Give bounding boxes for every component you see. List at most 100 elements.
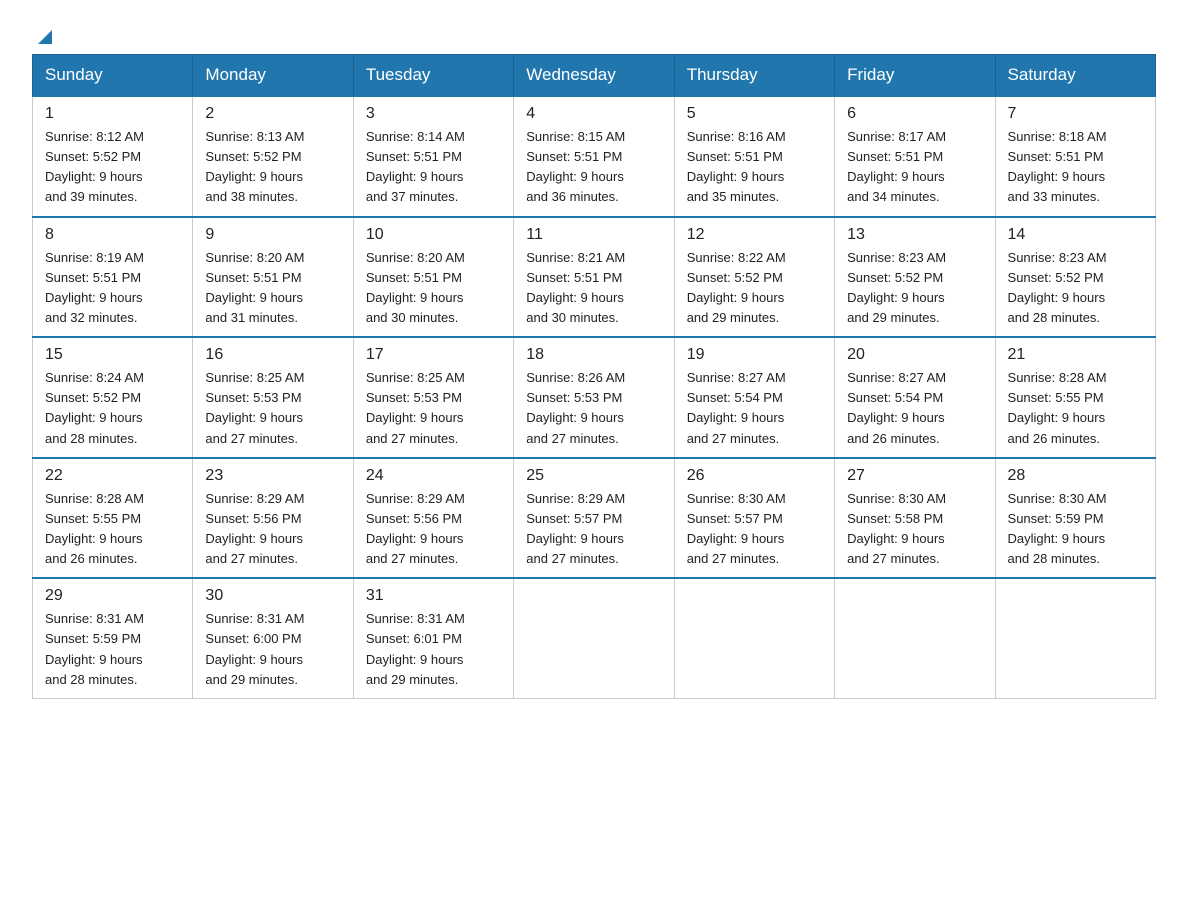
calendar-cell: 13 Sunrise: 8:23 AM Sunset: 5:52 PM Dayl… xyxy=(835,217,995,338)
day-info: Sunrise: 8:22 AM Sunset: 5:52 PM Dayligh… xyxy=(687,248,822,329)
day-number: 1 xyxy=(45,105,180,123)
day-number: 22 xyxy=(45,467,180,485)
day-number: 8 xyxy=(45,226,180,244)
day-number: 13 xyxy=(847,226,982,244)
day-info: Sunrise: 8:23 AM Sunset: 5:52 PM Dayligh… xyxy=(1008,248,1143,329)
calendar-cell: 6 Sunrise: 8:17 AM Sunset: 5:51 PM Dayli… xyxy=(835,96,995,217)
day-info: Sunrise: 8:20 AM Sunset: 5:51 PM Dayligh… xyxy=(366,248,501,329)
day-info: Sunrise: 8:25 AM Sunset: 5:53 PM Dayligh… xyxy=(366,368,501,449)
day-number: 26 xyxy=(687,467,822,485)
day-info: Sunrise: 8:17 AM Sunset: 5:51 PM Dayligh… xyxy=(847,127,982,208)
calendar-cell: 23 Sunrise: 8:29 AM Sunset: 5:56 PM Dayl… xyxy=(193,458,353,579)
day-info: Sunrise: 8:24 AM Sunset: 5:52 PM Dayligh… xyxy=(45,368,180,449)
day-number: 10 xyxy=(366,226,501,244)
day-number: 28 xyxy=(1008,467,1143,485)
day-info: Sunrise: 8:30 AM Sunset: 5:57 PM Dayligh… xyxy=(687,489,822,570)
day-info: Sunrise: 8:30 AM Sunset: 5:59 PM Dayligh… xyxy=(1008,489,1143,570)
day-number: 25 xyxy=(526,467,661,485)
calendar-week-row: 22 Sunrise: 8:28 AM Sunset: 5:55 PM Dayl… xyxy=(33,458,1156,579)
day-number: 9 xyxy=(205,226,340,244)
calendar-cell: 27 Sunrise: 8:30 AM Sunset: 5:58 PM Dayl… xyxy=(835,458,995,579)
day-number: 12 xyxy=(687,226,822,244)
day-info: Sunrise: 8:20 AM Sunset: 5:51 PM Dayligh… xyxy=(205,248,340,329)
day-info: Sunrise: 8:26 AM Sunset: 5:53 PM Dayligh… xyxy=(526,368,661,449)
calendar-cell: 2 Sunrise: 8:13 AM Sunset: 5:52 PM Dayli… xyxy=(193,96,353,217)
calendar-cell: 30 Sunrise: 8:31 AM Sunset: 6:00 PM Dayl… xyxy=(193,578,353,698)
calendar-cell: 4 Sunrise: 8:15 AM Sunset: 5:51 PM Dayli… xyxy=(514,96,674,217)
calendar-cell: 16 Sunrise: 8:25 AM Sunset: 5:53 PM Dayl… xyxy=(193,337,353,458)
day-info: Sunrise: 8:21 AM Sunset: 5:51 PM Dayligh… xyxy=(526,248,661,329)
calendar-week-row: 1 Sunrise: 8:12 AM Sunset: 5:52 PM Dayli… xyxy=(33,96,1156,217)
logo-top-row xyxy=(32,24,56,48)
calendar-cell: 14 Sunrise: 8:23 AM Sunset: 5:52 PM Dayl… xyxy=(995,217,1155,338)
calendar-cell: 8 Sunrise: 8:19 AM Sunset: 5:51 PM Dayli… xyxy=(33,217,193,338)
day-info: Sunrise: 8:12 AM Sunset: 5:52 PM Dayligh… xyxy=(45,127,180,208)
day-number: 31 xyxy=(366,587,501,605)
day-number: 16 xyxy=(205,346,340,364)
logo xyxy=(32,24,56,42)
day-number: 27 xyxy=(847,467,982,485)
day-info: Sunrise: 8:23 AM Sunset: 5:52 PM Dayligh… xyxy=(847,248,982,329)
day-number: 11 xyxy=(526,226,661,244)
calendar-cell xyxy=(674,578,834,698)
day-number: 30 xyxy=(205,587,340,605)
calendar-cell: 1 Sunrise: 8:12 AM Sunset: 5:52 PM Dayli… xyxy=(33,96,193,217)
day-number: 17 xyxy=(366,346,501,364)
col-header-monday: Monday xyxy=(193,55,353,97)
day-number: 21 xyxy=(1008,346,1143,364)
calendar-week-row: 8 Sunrise: 8:19 AM Sunset: 5:51 PM Dayli… xyxy=(33,217,1156,338)
day-info: Sunrise: 8:31 AM Sunset: 6:00 PM Dayligh… xyxy=(205,609,340,690)
calendar-header-row: SundayMondayTuesdayWednesdayThursdayFrid… xyxy=(33,55,1156,97)
calendar-cell: 12 Sunrise: 8:22 AM Sunset: 5:52 PM Dayl… xyxy=(674,217,834,338)
day-info: Sunrise: 8:30 AM Sunset: 5:58 PM Dayligh… xyxy=(847,489,982,570)
col-header-sunday: Sunday xyxy=(33,55,193,97)
calendar-cell: 20 Sunrise: 8:27 AM Sunset: 5:54 PM Dayl… xyxy=(835,337,995,458)
calendar-week-row: 29 Sunrise: 8:31 AM Sunset: 5:59 PM Dayl… xyxy=(33,578,1156,698)
day-number: 7 xyxy=(1008,105,1143,123)
day-info: Sunrise: 8:31 AM Sunset: 6:01 PM Dayligh… xyxy=(366,609,501,690)
calendar-cell xyxy=(995,578,1155,698)
col-header-tuesday: Tuesday xyxy=(353,55,513,97)
col-header-thursday: Thursday xyxy=(674,55,834,97)
day-info: Sunrise: 8:27 AM Sunset: 5:54 PM Dayligh… xyxy=(847,368,982,449)
day-number: 14 xyxy=(1008,226,1143,244)
day-number: 5 xyxy=(687,105,822,123)
day-number: 19 xyxy=(687,346,822,364)
day-number: 3 xyxy=(366,105,501,123)
calendar-cell: 5 Sunrise: 8:16 AM Sunset: 5:51 PM Dayli… xyxy=(674,96,834,217)
calendar-cell: 29 Sunrise: 8:31 AM Sunset: 5:59 PM Dayl… xyxy=(33,578,193,698)
calendar-cell: 24 Sunrise: 8:29 AM Sunset: 5:56 PM Dayl… xyxy=(353,458,513,579)
col-header-wednesday: Wednesday xyxy=(514,55,674,97)
day-number: 20 xyxy=(847,346,982,364)
day-info: Sunrise: 8:15 AM Sunset: 5:51 PM Dayligh… xyxy=(526,127,661,208)
day-number: 6 xyxy=(847,105,982,123)
col-header-saturday: Saturday xyxy=(995,55,1155,97)
day-info: Sunrise: 8:29 AM Sunset: 5:57 PM Dayligh… xyxy=(526,489,661,570)
calendar-cell: 3 Sunrise: 8:14 AM Sunset: 5:51 PM Dayli… xyxy=(353,96,513,217)
calendar-cell: 22 Sunrise: 8:28 AM Sunset: 5:55 PM Dayl… xyxy=(33,458,193,579)
day-info: Sunrise: 8:28 AM Sunset: 5:55 PM Dayligh… xyxy=(1008,368,1143,449)
day-info: Sunrise: 8:29 AM Sunset: 5:56 PM Dayligh… xyxy=(366,489,501,570)
calendar-table: SundayMondayTuesdayWednesdayThursdayFrid… xyxy=(32,54,1156,699)
calendar-cell xyxy=(514,578,674,698)
day-info: Sunrise: 8:29 AM Sunset: 5:56 PM Dayligh… xyxy=(205,489,340,570)
col-header-friday: Friday xyxy=(835,55,995,97)
day-number: 18 xyxy=(526,346,661,364)
day-number: 4 xyxy=(526,105,661,123)
day-info: Sunrise: 8:31 AM Sunset: 5:59 PM Dayligh… xyxy=(45,609,180,690)
calendar-cell: 26 Sunrise: 8:30 AM Sunset: 5:57 PM Dayl… xyxy=(674,458,834,579)
day-number: 29 xyxy=(45,587,180,605)
calendar-cell: 11 Sunrise: 8:21 AM Sunset: 5:51 PM Dayl… xyxy=(514,217,674,338)
calendar-cell: 28 Sunrise: 8:30 AM Sunset: 5:59 PM Dayl… xyxy=(995,458,1155,579)
calendar-cell: 19 Sunrise: 8:27 AM Sunset: 5:54 PM Dayl… xyxy=(674,337,834,458)
day-info: Sunrise: 8:16 AM Sunset: 5:51 PM Dayligh… xyxy=(687,127,822,208)
day-number: 15 xyxy=(45,346,180,364)
calendar-cell: 25 Sunrise: 8:29 AM Sunset: 5:57 PM Dayl… xyxy=(514,458,674,579)
calendar-cell: 31 Sunrise: 8:31 AM Sunset: 6:01 PM Dayl… xyxy=(353,578,513,698)
day-number: 24 xyxy=(366,467,501,485)
calendar-cell: 17 Sunrise: 8:25 AM Sunset: 5:53 PM Dayl… xyxy=(353,337,513,458)
calendar-cell: 21 Sunrise: 8:28 AM Sunset: 5:55 PM Dayl… xyxy=(995,337,1155,458)
logo-triangle-icon xyxy=(34,26,56,48)
calendar-cell: 7 Sunrise: 8:18 AM Sunset: 5:51 PM Dayli… xyxy=(995,96,1155,217)
day-info: Sunrise: 8:27 AM Sunset: 5:54 PM Dayligh… xyxy=(687,368,822,449)
